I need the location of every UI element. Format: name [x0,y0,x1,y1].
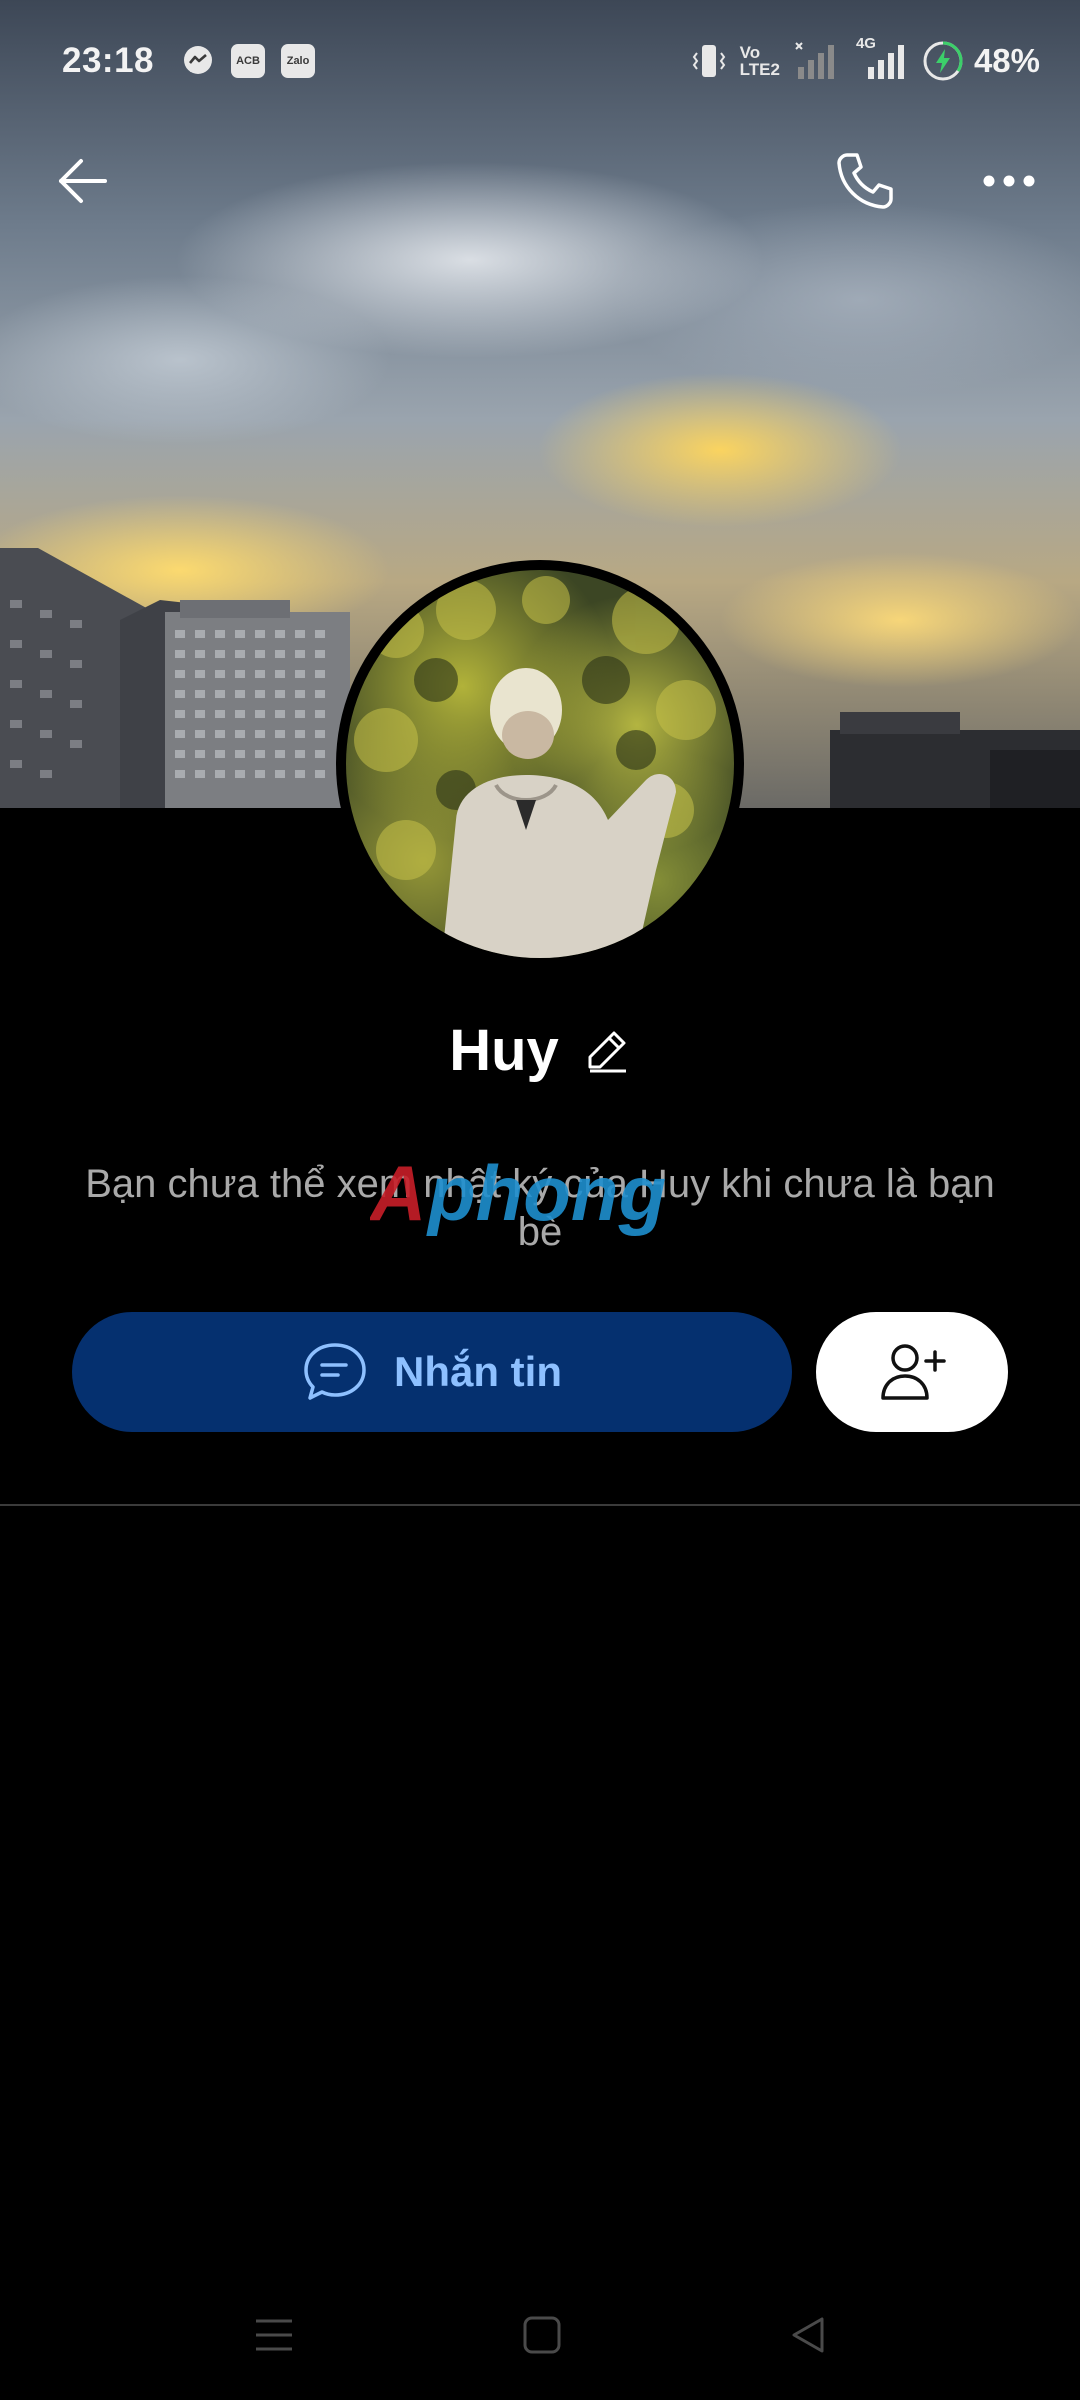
battery-charging-icon [922,40,964,82]
chat-bubble-icon [304,1343,366,1400]
pencil-icon[interactable] [583,1026,631,1074]
volte-label: Vo [739,43,761,62]
zalo-app-icon: Zalo [280,43,316,79]
message-button-label: Nhắn tin [394,1348,562,1395]
privacy-notice: Bạn chưa thể xem nhật ký của Huy khi chư… [85,1162,995,1254]
signal-sim2-icon: 4G [852,35,908,81]
message-button[interactable]: Nhắn tin [72,1312,792,1432]
status-left: 23:18 ACB Zalo [62,41,330,81]
profile-name: Huy [449,1017,559,1083]
avatar-photo [346,570,734,958]
nav-back-button[interactable] [768,2300,848,2370]
volte-icon: Vo LTE2 [740,44,780,78]
nav-back-icon [792,2317,824,2353]
zalo-app-label: Zalo [281,44,316,78]
recents-icon [256,2319,292,2351]
vibrate-icon [692,41,726,81]
back-button[interactable] [38,136,128,226]
avatar[interactable] [336,560,744,968]
status-bar: 23:18 ACB Zalo Vo LTE2 4G 48% [0,0,1080,122]
battery-percent: 48% [973,42,1040,79]
network-type-label: 4G [855,35,876,52]
add-friend-button[interactable] [816,1312,1008,1432]
status-right: Vo LTE2 4G 48% [678,35,1040,82]
status-time: 23:18 [62,41,155,80]
call-button[interactable] [820,136,910,226]
lte-label: LTE2 [739,60,780,79]
back-arrow-icon [59,159,107,203]
home-icon [523,2316,561,2354]
messenger-icon [180,43,216,79]
signal-sim1-icon [794,41,838,81]
recents-button[interactable] [234,2300,314,2370]
more-button[interactable] [964,136,1054,226]
add-friend-icon [881,1344,946,1400]
android-nav-bar [0,2280,1080,2390]
acb-app-icon: ACB [230,43,266,79]
home-button[interactable] [502,2300,582,2370]
profile-name-row: Huy [0,1010,1080,1090]
phone-icon [837,153,893,209]
more-icon [983,175,1035,187]
acb-app-label: ACB [231,44,266,78]
section-divider [0,1504,1080,1506]
